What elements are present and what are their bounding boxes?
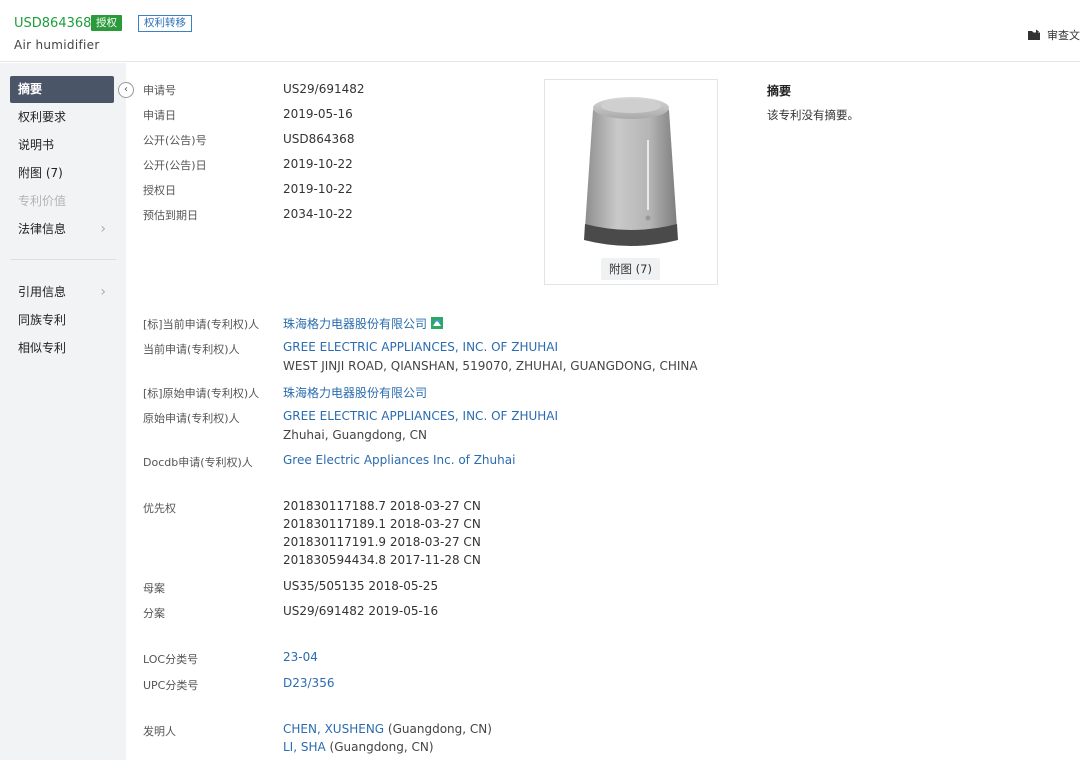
field-label: Docdb申请(专利权)人: [143, 456, 253, 469]
field-label: 优先权: [143, 502, 176, 515]
folder-icon: [1028, 29, 1040, 40]
sidebar-item-description[interactable]: 说明书: [10, 132, 114, 159]
abstract-title: 摘要: [767, 84, 792, 98]
sidebar-divider: [10, 259, 116, 260]
field-label: 发明人: [143, 725, 176, 738]
standard-original-applicant-link[interactable]: 珠海格力电器股份有限公司: [283, 384, 427, 401]
inventor-row: LI, SHA (Guangdong, CN): [283, 740, 434, 754]
loc-classification-link[interactable]: 23-04: [283, 650, 318, 664]
sidebar-item-label: 专利价值: [18, 194, 67, 208]
sidebar-item-figures[interactable]: 附图 (7): [10, 160, 114, 187]
standard-current-applicant: 珠海格力电器股份有限公司: [283, 315, 444, 332]
figures-button[interactable]: 附图 (7): [601, 258, 660, 280]
inventor-row: CHEN, XUSHENG (Guangdong, CN): [283, 722, 492, 736]
sidebar-item-legal-info[interactable]: 法律信息 ›: [10, 216, 114, 243]
sidebar-item-label: 同族专利: [18, 313, 67, 327]
field-label: 公开(公告)号: [143, 134, 207, 147]
divisional-application: US29/691482 2019-05-16: [283, 604, 439, 618]
field-label: UPC分类号: [143, 679, 199, 692]
inventor-link[interactable]: CHEN, XUSHENG: [283, 722, 384, 736]
sidebar-item-label: 权利要求: [18, 110, 67, 124]
field-label: 授权日: [143, 184, 176, 197]
application-number: US29/691482: [283, 82, 365, 96]
inventor-location: (Guangdong, CN): [329, 740, 434, 754]
parent-application: US35/505135 2018-05-25: [283, 579, 439, 593]
field-label: 预估到期日: [143, 209, 198, 222]
field-label: LOC分类号: [143, 653, 199, 666]
priority-item: 201830594434.8 2017-11-28 CN: [283, 553, 481, 567]
humidifier-image: [584, 97, 678, 246]
field-label: 申请号: [143, 84, 176, 97]
status-badge: 授权: [91, 15, 122, 31]
abstract-text: 该专利没有摘要。: [767, 108, 859, 122]
field-label: [标]原始申请(专利权)人: [143, 387, 260, 400]
field-label: 公开(公告)日: [143, 159, 207, 172]
transfer-badge[interactable]: 权利转移: [138, 15, 192, 32]
publication-date: 2019-10-22: [283, 157, 353, 171]
inventor-link[interactable]: LI, SHA: [283, 740, 326, 754]
field-label: 申请日: [143, 109, 176, 122]
publication-number: USD864368: [14, 16, 92, 31]
inventor-location: (Guangdong, CN): [387, 722, 492, 736]
sidebar-item-label: 相似专利: [18, 341, 67, 355]
sidebar-item-label: 引用信息: [18, 285, 67, 299]
field-label: 原始申请(专利权)人: [143, 412, 240, 425]
sidebar-item-patent-value: 专利价值: [10, 188, 114, 215]
sidebar-item-label: 说明书: [18, 138, 55, 152]
original-applicant-link[interactable]: GREE ELECTRIC APPLIANCES, INC. OF ZHUHAI: [283, 409, 558, 423]
field-label: 当前申请(专利权)人: [143, 343, 240, 356]
upc-classification-link[interactable]: D23/356: [283, 676, 334, 690]
company-icon[interactable]: [431, 317, 444, 329]
chevron-right-icon: ›: [100, 221, 106, 237]
patent-title: Air humidifier: [14, 38, 100, 52]
figure-card[interactable]: 附图 (7): [544, 79, 718, 285]
current-applicant-address: WEST JINJI ROAD, QIANSHAN, 519070, ZHUHA…: [283, 359, 698, 373]
sidebar-collapse-button[interactable]: ‹: [118, 82, 134, 98]
publication-number-value: USD864368: [283, 132, 355, 146]
sidebar-item-family[interactable]: 同族专利: [10, 307, 114, 334]
patent-header: USD864368 授权 权利转移 Air humidifier 审查文: [0, 0, 1080, 62]
sidebar: 摘要 权利要求 说明书 附图 (7) 专利价值 法律信息 › 引用信息 › 同族专利…: [0, 63, 126, 760]
grant-date: 2019-10-22: [283, 182, 353, 196]
chevron-left-icon: ‹: [124, 84, 128, 95]
docdb-applicant-link[interactable]: Gree Electric Appliances Inc. of Zhuhai: [283, 453, 515, 467]
priority-item: 201830117188.7 2018-03-27 CN: [283, 499, 481, 513]
sidebar-item-label: 法律信息: [18, 222, 67, 236]
chevron-right-icon: ›: [100, 284, 106, 300]
sidebar-item-claims[interactable]: 权利要求: [10, 104, 114, 131]
sidebar-item-label: 附图 (7): [18, 166, 63, 180]
expiry-date: 2034-10-22: [283, 207, 353, 221]
sidebar-item-citations[interactable]: 引用信息 ›: [10, 279, 114, 306]
sidebar-item-label: 摘要: [18, 82, 43, 96]
priority-item: 201830117189.1 2018-03-27 CN: [283, 517, 481, 531]
current-applicant-link[interactable]: GREE ELECTRIC APPLIANCES, INC. OF ZHUHAI: [283, 340, 558, 354]
sidebar-item-similar[interactable]: 相似专利: [10, 335, 114, 362]
review-document-label: 审查文: [1047, 29, 1080, 42]
review-document-button[interactable]: 审查文: [1027, 27, 1080, 43]
application-date: 2019-05-16: [283, 107, 353, 121]
field-label: [标]当前申请(专利权)人: [143, 318, 260, 331]
field-label: 母案: [143, 582, 165, 595]
original-applicant-address: Zhuhai, Guangdong, CN: [283, 428, 427, 442]
sidebar-item-abstract[interactable]: 摘要: [10, 76, 114, 103]
priority-item: 201830117191.9 2018-03-27 CN: [283, 535, 481, 549]
field-label: 分案: [143, 607, 165, 620]
standard-current-applicant-link[interactable]: 珠海格力电器股份有限公司: [283, 317, 427, 331]
